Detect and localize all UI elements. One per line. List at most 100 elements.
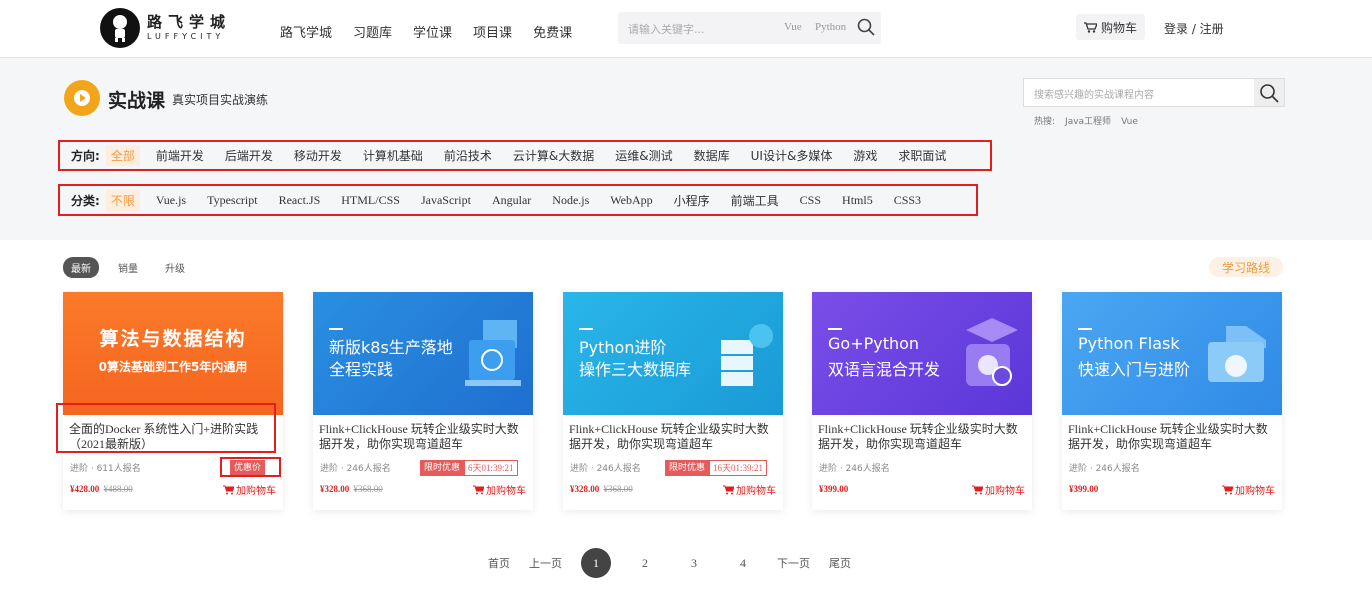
category-item[interactable]: WebApp — [605, 191, 657, 210]
course-cover[interactable]: Python进阶 操作三大数据库 — [563, 292, 783, 415]
laptop-icon — [465, 320, 521, 386]
course-name[interactable]: Flink+ClickHouse 玩转企业级实时大数据开发，助你实现弯道超车 — [818, 422, 1028, 452]
course-card[interactable]: Python进阶 操作三大数据库 Flink+ClickHouse 玩转企业级实… — [563, 292, 783, 510]
category-item[interactable]: 不限 — [105, 189, 140, 211]
course-card[interactable]: 新版k8s生产落地 全程实践 Flink+ClickHouse 玩转企业级实时大… — [313, 292, 533, 510]
category-item[interactable]: 小程序 — [669, 190, 715, 211]
category-item[interactable]: Typescript — [202, 191, 262, 210]
cover-title: Go+Python — [828, 334, 920, 353]
price-old: ¥368.00 — [353, 484, 383, 494]
direction-item[interactable]: 求职面试 — [893, 145, 951, 166]
direction-item[interactable]: 后端开发 — [220, 145, 278, 166]
cover-dash — [828, 328, 842, 330]
category-item[interactable]: Vue.js — [151, 191, 191, 210]
header-search-input[interactable]: 请输入关键字... — [628, 21, 705, 37]
add-to-cart-label: 加购物车 — [486, 486, 526, 497]
sort-sales[interactable]: 销量 — [110, 257, 146, 278]
nav-item-degree[interactable]: 学位课 — [413, 22, 452, 41]
nav-item-home[interactable]: 路飞学城 — [280, 22, 332, 41]
price-now: ¥399.00 — [1069, 484, 1099, 494]
direction-item[interactable]: 全部 — [105, 145, 140, 166]
play-icon — [64, 80, 100, 116]
hot-item[interactable]: Java工程师 — [1065, 117, 1111, 127]
sort-latest[interactable]: 最新 — [63, 257, 99, 278]
logo[interactable]: 路飞学城 LUFFYCITY — [100, 8, 231, 48]
add-to-cart-button[interactable]: 加购物车 — [972, 482, 1025, 497]
search-tag-python[interactable]: Python — [815, 21, 846, 33]
countdown-timer: 16天01:39:21 — [709, 460, 768, 476]
add-to-cart-label: 加购物车 — [236, 486, 276, 497]
hot-item[interactable]: Vue — [1121, 117, 1138, 127]
category-item[interactable]: Html5 — [837, 191, 878, 210]
page-number[interactable]: 2 — [630, 548, 660, 578]
add-to-cart-label: 加购物车 — [985, 486, 1025, 497]
nav-item-projects[interactable]: 项目课 — [473, 22, 512, 41]
page-number-current[interactable]: 1 — [581, 548, 611, 578]
direction-item[interactable]: UI设计&多媒体 — [746, 145, 838, 166]
course-cover[interactable]: Python Flask 快速入门与进阶 — [1062, 292, 1282, 415]
course-search-button[interactable] — [1254, 79, 1284, 106]
search-tag-vue[interactable]: Vue — [784, 21, 802, 33]
category-item[interactable]: React.JS — [274, 191, 326, 210]
course-cover[interactable]: 新版k8s生产落地 全程实践 — [313, 292, 533, 415]
category-item[interactable]: Angular — [487, 191, 536, 210]
main-nav: 路飞学城 习题库 学位课 项目课 免费课 — [280, 22, 593, 41]
direction-item[interactable]: 移动开发 — [289, 145, 347, 166]
direction-item[interactable]: 前沿技术 — [439, 145, 497, 166]
course-cover[interactable]: Go+Python 双语言混合开发 — [812, 292, 1032, 415]
category-item[interactable]: Node.js — [547, 191, 594, 210]
add-to-cart-button[interactable]: 加购物车 — [723, 482, 776, 497]
price-now: ¥428.00 — [70, 484, 100, 494]
price-now: ¥328.00 — [320, 484, 350, 494]
add-to-cart-button[interactable]: 加购物车 — [1222, 482, 1275, 497]
add-to-cart-button[interactable]: 加购物车 — [223, 482, 276, 497]
add-to-cart-button[interactable]: 加购物车 — [473, 482, 526, 497]
course-price: ¥328.00 ¥368.00 — [320, 484, 383, 494]
course-meta: 进阶 · 246人报名 — [1069, 464, 1140, 474]
page-number[interactable]: 3 — [679, 548, 709, 578]
cover-subtitle: 操作三大数据库 — [579, 360, 692, 379]
header-search[interactable]: 请输入关键字... Vue Python — [618, 12, 881, 44]
learning-route-button[interactable]: 学习路线 — [1209, 257, 1283, 277]
category-item[interactable]: HTML/CSS — [336, 191, 405, 210]
course-cover[interactable]: 算法与数据结构 0算法基础到工作5年内通用 — [63, 292, 283, 415]
course-name[interactable]: Flink+ClickHouse 玩转企业级实时大数据开发，助你实现弯道超车 — [569, 422, 779, 452]
cart-button[interactable]: 购物车 — [1076, 14, 1146, 40]
category-item[interactable]: CSS3 — [889, 191, 926, 210]
category-item[interactable]: CSS — [795, 191, 826, 210]
search-icon[interactable] — [857, 18, 875, 40]
direction-item[interactable]: 运维&测试 — [610, 145, 677, 166]
direction-item[interactable]: 数据库 — [689, 145, 735, 166]
sort-upgrade[interactable]: 升级 — [157, 257, 193, 278]
login-register-link[interactable]: 登录 / 注册 — [1164, 20, 1224, 37]
folder-icon — [1208, 326, 1266, 382]
course-card[interactable]: Python Flask 快速入门与进阶 Flink+ClickHouse 玩转… — [1062, 292, 1282, 510]
category-item[interactable]: 前端工具 — [726, 190, 784, 211]
cart-icon — [1084, 21, 1097, 33]
direction-item[interactable]: 云计算&大数据 — [508, 145, 599, 166]
direction-item[interactable]: 游戏 — [848, 145, 882, 166]
course-card[interactable]: Go+Python 双语言混合开发 Flink+ClickHouse 玩转企业级… — [812, 292, 1032, 510]
page-prev[interactable]: 上一页 — [529, 555, 562, 571]
category-item[interactable]: JavaScript — [416, 191, 476, 210]
page-first[interactable]: 首页 — [488, 555, 510, 571]
nav-item-free[interactable]: 免费课 — [533, 22, 572, 41]
course-search-input[interactable]: 搜索感兴趣的实战课程内容 — [1034, 86, 1154, 101]
page-number[interactable]: 4 — [728, 548, 758, 578]
course-meta: 进阶 · 246人报名 — [320, 464, 391, 474]
countdown-timer: 6天01:39:21 — [464, 460, 518, 476]
direction-item[interactable]: 计算机基础 — [358, 145, 428, 166]
course-name[interactable]: Flink+ClickHouse 玩转企业级实时大数据开发，助你实现弯道超车 — [1068, 422, 1278, 452]
direction-item[interactable]: 前端开发 — [151, 145, 209, 166]
price-old: ¥368.00 — [603, 484, 633, 494]
cover-title: Python Flask — [1078, 334, 1180, 353]
cover-subtitle: 全程实践 — [329, 360, 394, 379]
course-card[interactable]: 算法与数据结构 0算法基础到工作5年内通用 全面的Docker 系统性入门+进阶… — [63, 292, 283, 510]
nav-item-exercises[interactable]: 习题库 — [353, 22, 392, 41]
price-now: ¥399.00 — [819, 484, 849, 494]
page-last[interactable]: 尾页 — [829, 555, 851, 571]
course-search[interactable]: 搜索感兴趣的实战课程内容 — [1023, 78, 1285, 107]
page-next[interactable]: 下一页 — [777, 555, 810, 571]
course-name[interactable]: Flink+ClickHouse 玩转企业级实时大数据开发，助你实现弯道超车 — [319, 422, 529, 452]
price-old: ¥488.00 — [103, 484, 133, 494]
